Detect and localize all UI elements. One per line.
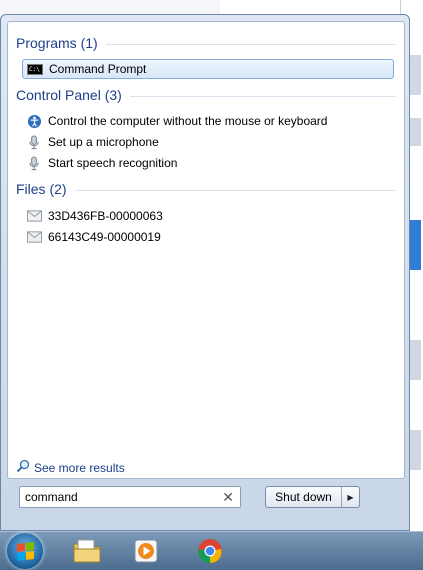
command-prompt-icon: C:\ bbox=[27, 61, 43, 77]
result-ease-of-access[interactable]: Control the computer without the mouse o… bbox=[22, 111, 394, 131]
see-more-results-link[interactable]: See more results bbox=[16, 459, 125, 476]
result-command-prompt[interactable]: C:\ Command Prompt bbox=[22, 59, 394, 79]
result-label: 66143C49-00000019 bbox=[48, 230, 161, 244]
result-label: Start speech recognition bbox=[48, 156, 178, 170]
windows-logo-icon bbox=[17, 542, 34, 561]
microphone-icon bbox=[26, 155, 42, 171]
envelope-icon bbox=[26, 229, 42, 245]
file-explorer-icon[interactable] bbox=[67, 535, 107, 567]
envelope-icon bbox=[26, 208, 42, 224]
result-label: Control the computer without the mouse o… bbox=[48, 114, 328, 128]
ease-of-access-icon bbox=[26, 113, 42, 129]
shutdown-button-group: Shut down ▶ bbox=[265, 486, 360, 508]
see-more-label: See more results bbox=[34, 460, 125, 475]
search-icon bbox=[16, 459, 30, 476]
result-setup-microphone[interactable]: Set up a microphone bbox=[22, 132, 394, 152]
start-orb[interactable] bbox=[7, 533, 43, 569]
taskbar bbox=[0, 531, 423, 570]
media-player-icon[interactable] bbox=[126, 535, 166, 567]
result-speech-recognition[interactable]: Start speech recognition bbox=[22, 153, 394, 173]
control-panel-header[interactable]: Control Panel (3) bbox=[16, 87, 396, 103]
result-file-2[interactable]: 66143C49-00000019 bbox=[22, 227, 394, 247]
search-box[interactable]: ✕ bbox=[19, 486, 241, 508]
clear-search-icon[interactable]: ✕ bbox=[222, 489, 234, 506]
search-results-pane: Programs (1) C:\ Command Prompt Control … bbox=[7, 21, 405, 479]
shutdown-button[interactable]: Shut down bbox=[266, 487, 342, 507]
result-label: Set up a microphone bbox=[48, 135, 159, 149]
microphone-icon bbox=[26, 134, 42, 150]
chrome-icon[interactable] bbox=[190, 535, 230, 567]
result-file-1[interactable]: 33D436FB-00000063 bbox=[22, 206, 394, 226]
result-label: Command Prompt bbox=[49, 62, 147, 76]
programs-header[interactable]: Programs (1) bbox=[16, 35, 396, 51]
start-menu: Programs (1) C:\ Command Prompt Control … bbox=[0, 14, 410, 531]
shutdown-options-arrow-icon[interactable]: ▶ bbox=[342, 487, 359, 507]
search-input[interactable] bbox=[25, 490, 215, 504]
files-header[interactable]: Files (2) bbox=[16, 181, 396, 197]
result-label: 33D436FB-00000063 bbox=[48, 209, 163, 223]
background-window-title bbox=[220, 0, 420, 15]
